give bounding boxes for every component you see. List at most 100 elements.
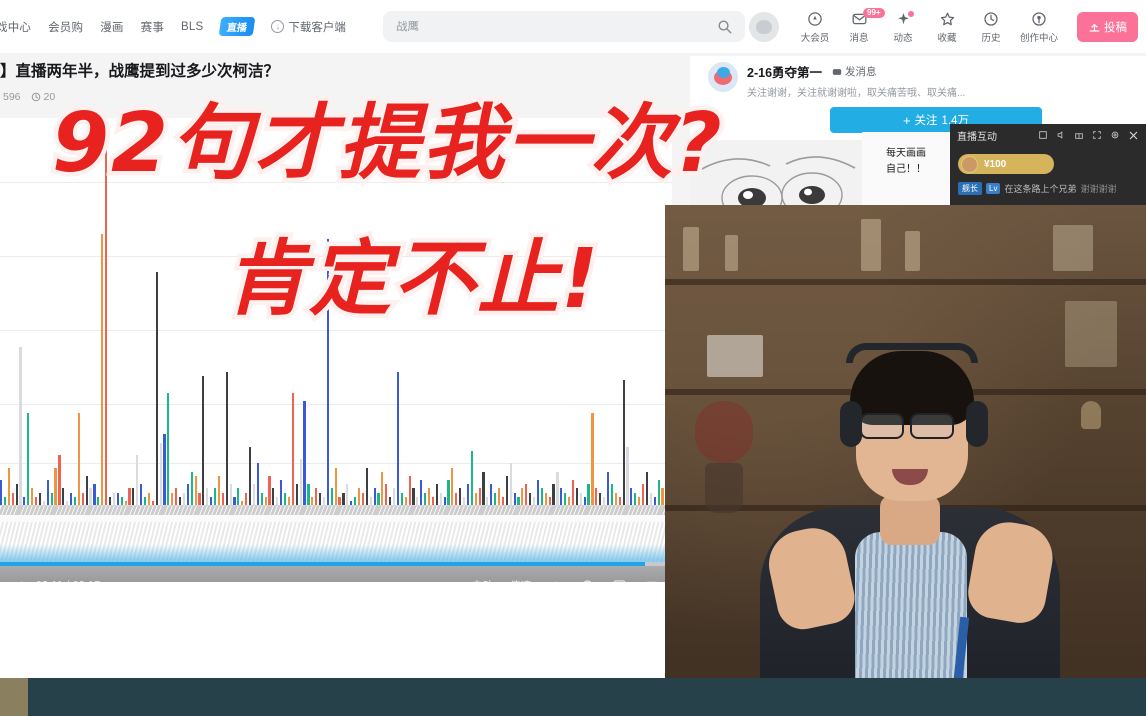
chart-bar — [424, 492, 427, 505]
chart-bar — [334, 467, 337, 505]
chart-bar — [35, 496, 38, 505]
chart-bar — [93, 484, 96, 505]
close-icon[interactable] — [1128, 130, 1139, 141]
headphone-band-icon — [846, 343, 978, 363]
chart-bar — [202, 375, 205, 505]
chart-bar — [501, 496, 505, 505]
settings-gear-icon[interactable] — [1110, 130, 1120, 140]
chart-bar — [435, 484, 438, 505]
chart-bar — [70, 492, 73, 505]
live-panel-header: 直播互动 — [950, 124, 1146, 146]
nav-item-live-badge[interactable]: 直播 — [219, 17, 256, 36]
live-chat-message: 舰长 Lv 在这条路上个兄弟 谢谢谢谢 — [958, 182, 1146, 195]
shelf-plant — [695, 401, 753, 463]
chart-bar — [525, 484, 528, 505]
chart-bar — [357, 488, 361, 505]
chart-bar — [120, 496, 123, 505]
uploader-name[interactable]: 2-16勇夺第一 — [747, 62, 822, 81]
chart-bar — [108, 496, 112, 505]
chart-bar — [256, 463, 259, 505]
download-icon: ↓ — [271, 20, 285, 33]
chart-bar — [132, 488, 135, 505]
header-item-vip[interactable]: 大会员 — [793, 11, 837, 44]
bottom-status-bar — [0, 678, 1146, 716]
chart-bar — [494, 492, 497, 505]
chart-bar — [299, 459, 302, 505]
header-item-history[interactable]: 历史 — [969, 11, 1013, 44]
shelf-vase — [705, 463, 743, 513]
chart-bar — [295, 484, 298, 505]
nav-item-membership-shop[interactable]: 会员购 — [48, 19, 83, 35]
chart-bar — [610, 484, 613, 505]
upload-icon — [1089, 23, 1100, 32]
streamer-figure — [760, 317, 1060, 716]
nav-item-download-client[interactable]: ↓ 下载客户端 — [271, 19, 346, 35]
nav-item-manga[interactable]: 漫画 — [100, 19, 123, 35]
chart-bar — [50, 492, 53, 505]
chart-bar — [568, 496, 571, 505]
header-item-dynamic-label: 动态 — [893, 32, 913, 44]
chart-bar — [373, 488, 376, 505]
webcam-overlay — [665, 205, 1146, 716]
avatar[interactable] — [749, 12, 779, 42]
chart-bar — [459, 488, 462, 505]
chart-bar — [252, 484, 256, 505]
search-input[interactable] — [396, 20, 717, 33]
header-item-creator-center[interactable]: 创作中心 — [1013, 11, 1065, 44]
plus-icon: + — [902, 112, 911, 128]
chat-text: 在这条路上个兄弟 — [1004, 184, 1077, 194]
nav-item-bls[interactable]: BLS — [181, 21, 203, 33]
chart-bar — [486, 496, 489, 505]
chart-bar — [342, 492, 345, 505]
mute-icon[interactable] — [1056, 130, 1066, 140]
chart-bar — [245, 492, 248, 505]
chart-bar — [657, 480, 660, 505]
fullscreen-icon[interactable] — [1092, 130, 1102, 140]
chart-bar — [389, 496, 392, 505]
chart-bar — [385, 484, 388, 505]
chart-bar — [315, 488, 318, 505]
chart-bar — [249, 446, 252, 505]
chart-bar — [186, 484, 189, 505]
gift-icon[interactable] — [1074, 130, 1084, 140]
chart-bar — [614, 492, 617, 505]
chart-bar — [618, 496, 621, 505]
chart-bar — [552, 484, 555, 505]
download-label: 下载客户端 — [288, 21, 346, 34]
header-item-messages[interactable]: 99+ 消息 — [837, 7, 885, 44]
headphone-cup-left — [840, 401, 862, 447]
nav-item-esports[interactable]: 赛事 — [141, 19, 164, 35]
chart-bar — [455, 492, 458, 505]
chart-bar — [221, 492, 224, 505]
streamer-glasses-right — [910, 413, 954, 439]
site-header: 戏中心 会员购 漫画 赛事 BLS 直播 ↓ 下载客户端 战鹰 大会员 99+ … — [0, 0, 1146, 54]
chart-bar — [451, 467, 454, 505]
chart-bar — [587, 484, 590, 505]
chart-bar — [591, 413, 594, 505]
favorite-star-icon — [939, 11, 956, 28]
upload-button[interactable]: 投稿 — [1077, 12, 1138, 42]
chart-bar — [470, 450, 473, 505]
search-box[interactable] — [383, 11, 745, 42]
chart-bar — [634, 492, 637, 505]
send-message-button[interactable]: 发消息 — [832, 64, 877, 79]
chart-bar — [38, 492, 42, 505]
chart-bar — [400, 492, 403, 505]
nav-item-game-center[interactable]: 戏中心 — [0, 19, 31, 35]
chart-bar — [272, 488, 275, 505]
header-item-dynamic[interactable]: 动态 — [881, 10, 925, 44]
chart-bar — [443, 496, 446, 505]
refresh-icon[interactable] — [1038, 130, 1048, 140]
header-item-favorites[interactable]: 收藏 — [925, 11, 969, 44]
message-icon — [832, 68, 842, 75]
chart-bar — [143, 496, 147, 505]
chart-bar — [498, 488, 501, 505]
chart-bar — [595, 488, 598, 505]
shelf-bell — [1081, 401, 1101, 429]
chart-bar — [159, 442, 162, 505]
chart-bar — [85, 475, 88, 505]
chart-bar — [276, 496, 279, 505]
chart-bar — [58, 455, 61, 505]
search-icon[interactable] — [717, 19, 732, 34]
chart-bar — [311, 496, 314, 505]
